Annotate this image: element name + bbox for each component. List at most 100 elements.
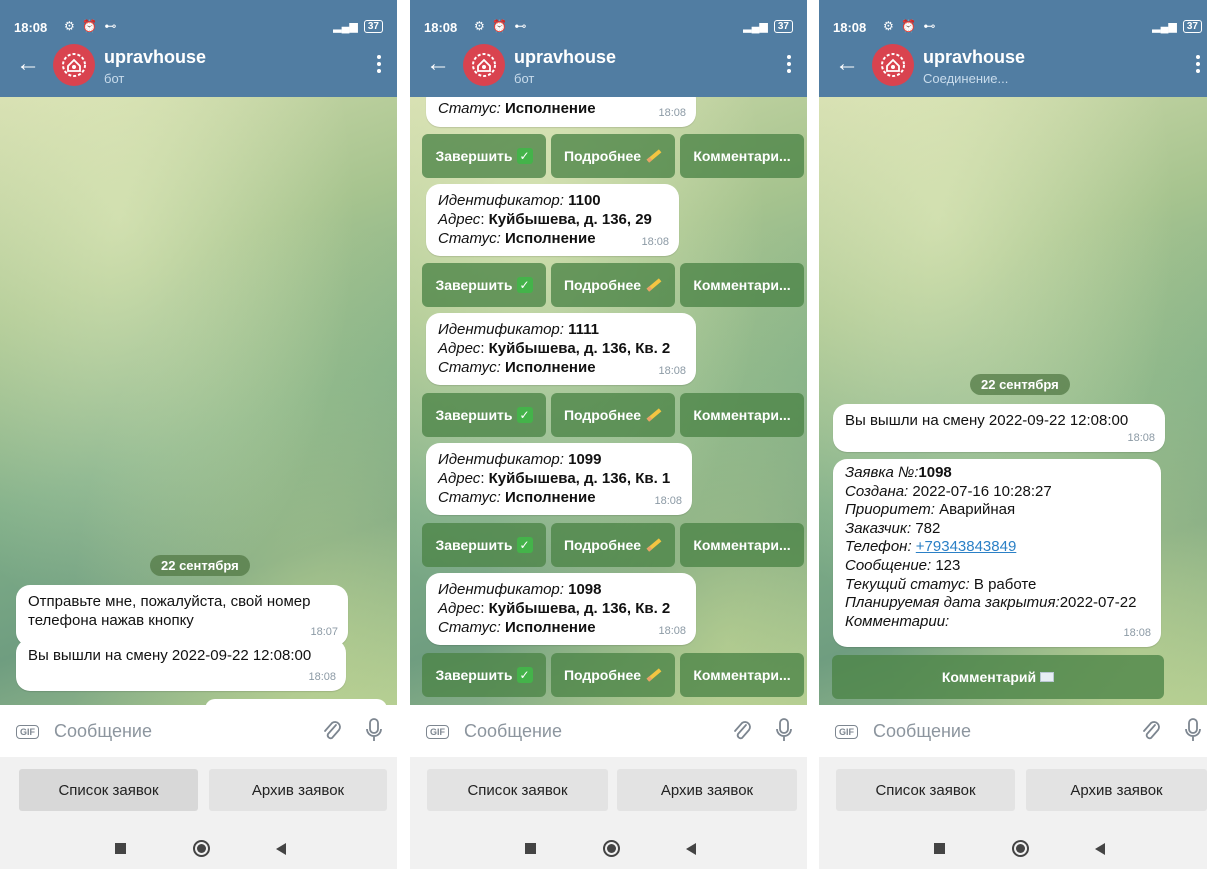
home-icon[interactable] (193, 840, 210, 857)
details-button[interactable]: Подробнее (551, 523, 675, 567)
orders-archive-button[interactable]: Архив заявок (1026, 769, 1207, 811)
message-time: 18:08 (308, 671, 336, 683)
finish-label: Завершить (435, 667, 513, 683)
recents-icon[interactable] (525, 843, 536, 854)
recents-icon[interactable] (115, 843, 126, 854)
message-text: Вы вышли на смену 2022-09-22 12:08:00 (28, 647, 312, 664)
order-message-bubble[interactable]: Идентификатор: 1099 Адрес: Куйбышева, д.… (426, 443, 692, 515)
details-label: Подробнее (563, 407, 642, 423)
orders-archive-button[interactable]: Архив заявок (209, 769, 387, 811)
pencil-icon (646, 278, 662, 292)
current-status-label: Текущий статус: (845, 575, 970, 593)
finish-button[interactable]: Завершить ✓ (422, 523, 546, 567)
comment-button[interactable]: Комментари... (680, 653, 804, 697)
envelope-icon (1040, 672, 1055, 682)
finish-label: Завершить (435, 148, 513, 164)
system-nav-bar (410, 827, 807, 869)
comment-button[interactable]: Комментари... (680, 523, 804, 567)
message-input-bar: GIF Сообщение (0, 705, 397, 757)
microphone-icon[interactable] (365, 717, 383, 743)
more-menu-icon[interactable] (377, 55, 383, 76)
details-button[interactable]: Подробнее (551, 134, 675, 178)
avatar[interactable] (463, 44, 505, 86)
order-message-bubble[interactable]: Идентификатор: 1098 Адрес: Куйбышева, д.… (426, 573, 696, 645)
chat-area: Статус: Исполнение 18:08 Завершить ✓ Подр… (410, 97, 807, 705)
avatar[interactable] (53, 44, 95, 86)
status-right: ▂▄▆ 37 (743, 20, 793, 33)
message-time: 18:08 (658, 107, 686, 119)
details-button[interactable]: Подробнее (551, 263, 675, 307)
chat-subtitle: бот (514, 71, 535, 86)
status-time: 18:08 (14, 20, 48, 35)
message-bubble[interactable]: Вы вышли на смену 2022-09-22 12:08:00 18… (833, 404, 1165, 452)
battery-icon: 37 (363, 20, 383, 33)
comment-button[interactable]: Комментари... (680, 134, 804, 178)
chat-area: 22 сентября Отправьте мне, пожалуйста, с… (0, 97, 397, 705)
priority-value: Аварийная (939, 501, 1016, 519)
phone-link[interactable]: +79343843849 (916, 538, 1017, 555)
message-time: 18:08 (654, 495, 682, 507)
chat-title[interactable]: upravhouse (923, 47, 1025, 68)
id-label: Идентификатор: (438, 192, 564, 209)
order-message-bubble[interactable]: Идентификатор: 1111 Адрес: Куйбышева, д.… (426, 313, 696, 385)
order-id: 1111 (568, 321, 599, 338)
message-bubble[interactable]: Вы вышли на смену 2022-09-22 12:08:00 18… (16, 639, 346, 691)
reply-keyboard: Список заявок Архив заявок (819, 757, 1207, 827)
chat-title[interactable]: upravhouse (104, 47, 206, 68)
gif-icon[interactable]: GIF (426, 725, 449, 739)
message-text: Вы вышли на смену 2022-09-22 12:08:00 (845, 412, 1129, 429)
attach-icon[interactable] (731, 719, 753, 743)
finish-button[interactable]: Завершить ✓ (422, 134, 546, 178)
comment-button[interactable]: Комментари... (680, 393, 804, 437)
attach-icon[interactable] (321, 719, 343, 743)
orders-list-button[interactable]: Список заявок (836, 769, 1015, 811)
avatar[interactable] (872, 44, 914, 86)
system-nav-bar (0, 827, 397, 869)
ticket-message-bubble[interactable]: Заявка №:1098 Создана: 2022-07-16 10:28:… (833, 459, 1161, 647)
more-menu-icon[interactable] (1196, 55, 1202, 76)
finish-button[interactable]: Завершить ✓ (422, 653, 546, 697)
finish-button[interactable]: Завершить ✓ (422, 263, 546, 307)
back-arrow-icon[interactable]: ← (426, 52, 450, 76)
house-gear-icon (62, 53, 86, 77)
system-back-icon[interactable] (1095, 843, 1105, 855)
home-icon[interactable] (603, 840, 620, 857)
attach-icon[interactable] (1140, 719, 1162, 743)
status-right: ▂▄▆ 37 (333, 20, 383, 33)
message-input[interactable]: Сообщение (873, 721, 971, 742)
home-icon[interactable] (1012, 840, 1029, 857)
finish-button[interactable]: Завершить ✓ (422, 393, 546, 437)
status-bar: 18:08 ⚙ ⏰ ⊷ ▂▄▆ 37 (819, 0, 1207, 36)
orders-list-button[interactable]: Список заявок (19, 769, 198, 811)
orders-archive-button[interactable]: Архив заявок (617, 769, 797, 811)
system-back-icon[interactable] (686, 843, 696, 855)
microphone-icon[interactable] (1184, 717, 1202, 743)
message-input-bar: GIF Сообщение (410, 705, 807, 757)
gif-icon[interactable]: GIF (835, 725, 858, 739)
comment-button[interactable]: Комментарий (832, 655, 1164, 699)
finish-label: Завершить (435, 537, 513, 553)
created-value: 2022-07-16 10:28:27 (912, 482, 1052, 500)
gif-icon[interactable]: GIF (16, 725, 39, 739)
chat-subtitle: Соединение... (923, 71, 1009, 86)
comment-button[interactable]: Комментари... (680, 263, 804, 307)
chat-header: 18:08 ⚙ ⏰ ⊷ ▂▄▆ 37 ← upravhouse Соединен… (819, 0, 1207, 97)
order-address: Куйбышева, д. 136, Кв. 2 (488, 600, 671, 617)
chat-title[interactable]: upravhouse (514, 47, 616, 68)
back-arrow-icon[interactable]: ← (16, 52, 40, 76)
recents-icon[interactable] (934, 843, 945, 854)
details-button[interactable]: Подробнее (551, 653, 675, 697)
message-input[interactable]: Сообщение (54, 721, 152, 742)
order-message-bubble[interactable]: Статус: Исполнение 18:08 (426, 97, 696, 127)
microphone-icon[interactable] (775, 717, 793, 743)
message-input[interactable]: Сообщение (464, 721, 562, 742)
message-bubble[interactable]: Отправьте мне, пожалуйста, свой номер те… (16, 585, 348, 646)
order-message-bubble[interactable]: Идентификатор: 1100 Адрес: Куйбышева, д.… (426, 184, 679, 256)
orders-list-button[interactable]: Список заявок (427, 769, 608, 811)
more-menu-icon[interactable] (787, 55, 793, 76)
system-back-icon[interactable] (276, 843, 286, 855)
back-arrow-icon[interactable]: ← (835, 52, 859, 76)
details-button[interactable]: Подробнее (551, 393, 675, 437)
order-address: Куйбышева, д. 136, 29 (488, 211, 652, 228)
details-label: Подробнее (563, 277, 642, 293)
